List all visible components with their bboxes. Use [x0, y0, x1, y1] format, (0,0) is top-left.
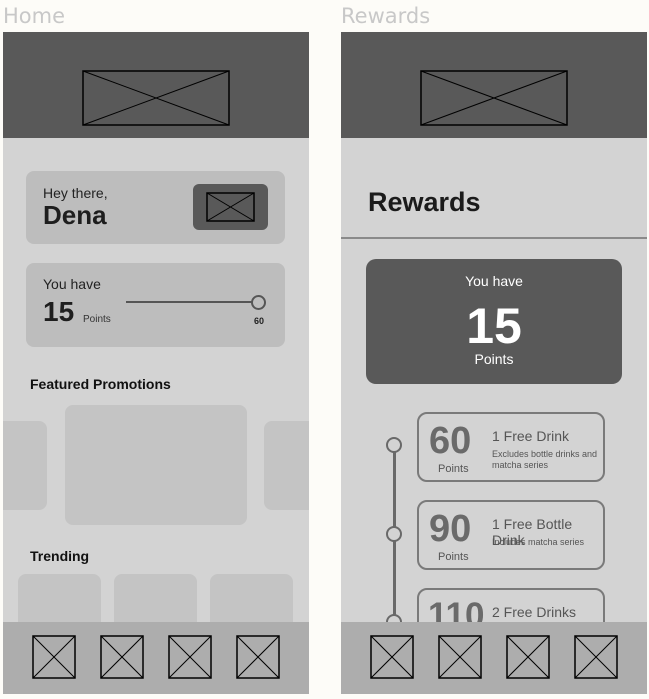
- timeline-node: [386, 437, 402, 453]
- rewards-screen: Rewards You have 15 Points 60 Points 1 F…: [341, 32, 647, 694]
- nav-item-1-icon[interactable]: [32, 635, 76, 679]
- tier-title: 1 Free Drink: [492, 428, 570, 444]
- points-progress-track: [126, 301, 257, 303]
- avatar[interactable]: [193, 184, 268, 230]
- tier-points-unit: Points: [438, 463, 469, 475]
- tier-points: 90: [429, 508, 472, 550]
- reward-tier-card[interactable]: 60 Points 1 Free Drink Excludes bottle d…: [417, 412, 605, 482]
- points-summary-unit: Points: [474, 351, 514, 367]
- promo-card-featured[interactable]: [65, 405, 247, 525]
- points-unit: Points: [83, 314, 111, 325]
- nav-item-1-icon[interactable]: [370, 635, 414, 679]
- nav-item-2-icon[interactable]: [438, 635, 482, 679]
- points-progress-target-marker: [251, 295, 266, 310]
- promo-card-prev[interactable]: [3, 421, 47, 510]
- home-frame-title: Home: [3, 4, 66, 28]
- home-header: [3, 32, 309, 138]
- nav-item-4-icon[interactable]: [574, 635, 618, 679]
- greeting-text: Hey there,: [43, 185, 108, 201]
- promo-card-next[interactable]: [264, 421, 309, 510]
- page-title: Rewards: [368, 187, 481, 217]
- next-reward-points: 60: [254, 316, 265, 326]
- tier-points: 60: [429, 420, 472, 462]
- reward-tier-card[interactable]: 90 Points 1 Free Bottle Drink Includes m…: [417, 500, 605, 570]
- bottom-nav: [3, 622, 309, 694]
- nav-item-3-icon[interactable]: [168, 635, 212, 679]
- tier-description: Includes matcha series: [492, 537, 585, 547]
- bottom-nav: [341, 622, 647, 694]
- featured-promotions-title: Featured Promotions: [30, 376, 171, 392]
- points-value: 15: [43, 296, 75, 327]
- nav-item-3-icon[interactable]: [506, 635, 550, 679]
- points-summary-label: You have: [465, 273, 523, 289]
- rewards-header: [341, 32, 647, 138]
- points-card[interactable]: You have 15 Points 60: [26, 263, 285, 347]
- trending-title: Trending: [30, 548, 90, 564]
- points-label: You have: [43, 276, 101, 292]
- title-divider: [341, 237, 647, 239]
- rewards-frame-title: Rewards: [341, 4, 431, 28]
- user-name: Dena: [43, 200, 107, 230]
- avatar-placeholder-icon: [206, 192, 255, 222]
- timeline-node: [386, 526, 402, 542]
- nav-item-2-icon[interactable]: [100, 635, 144, 679]
- points-summary-card: You have 15 Points: [366, 259, 622, 384]
- home-screen: Hey there, Dena You have 15 Points 60 Fe…: [3, 32, 309, 694]
- tier-title: 2 Free Drinks: [492, 604, 577, 620]
- nav-item-4-icon[interactable]: [236, 635, 280, 679]
- greeting-card: Hey there, Dena: [26, 171, 285, 244]
- tier-points-unit: Points: [438, 551, 469, 563]
- logo-placeholder-icon: [420, 70, 568, 126]
- logo-placeholder-icon: [82, 70, 230, 126]
- tier-description: Excludes bottle drinks and matcha series: [492, 449, 598, 471]
- points-summary-value: 15: [466, 298, 522, 354]
